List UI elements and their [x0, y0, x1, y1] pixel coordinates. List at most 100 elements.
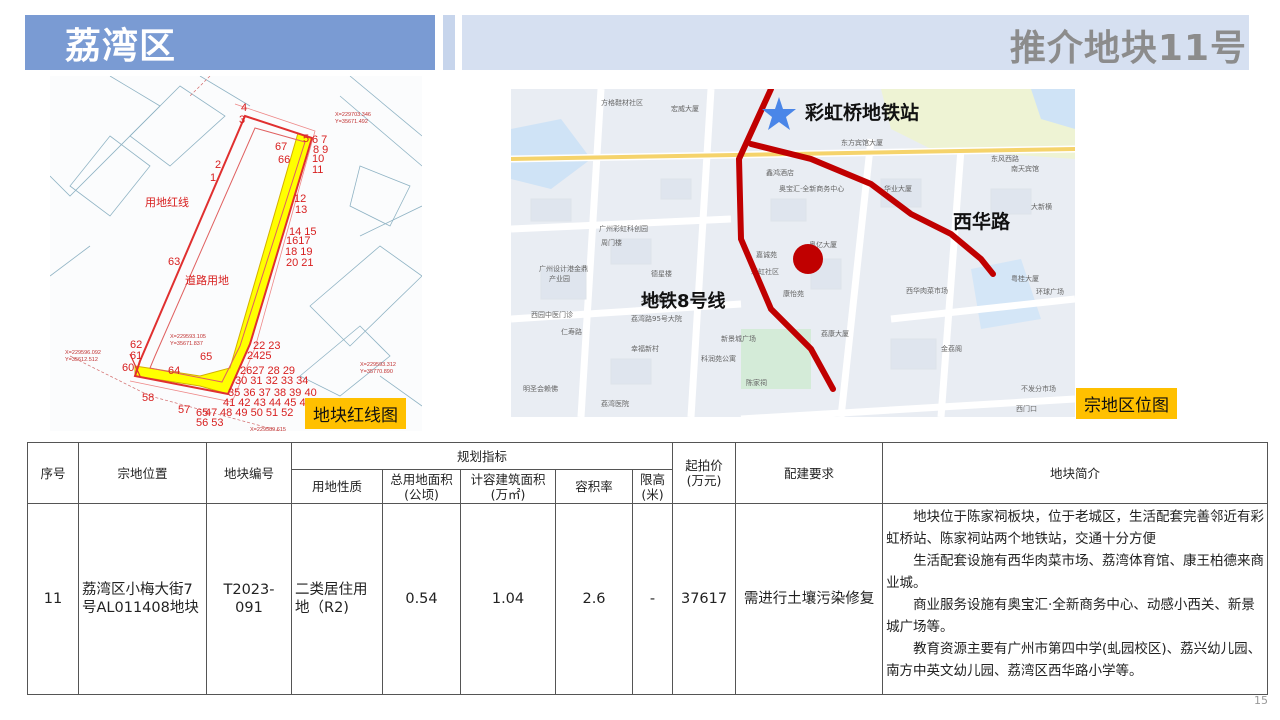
svg-text:荔康大厦: 荔康大厦 — [821, 329, 849, 338]
svg-text:东方宾馆大厦: 东方宾馆大厦 — [841, 138, 883, 147]
location-map-drawing: 方格鞋材社区 宏威大厦 东方宾馆大厦 鑫鸿酒店 奥宝汇·全新商务中心 华业大厦 … — [511, 89, 1075, 417]
svg-text:康怡苑: 康怡苑 — [783, 289, 804, 298]
pt-47-52: 48 49 50 51 52 — [220, 407, 293, 419]
svg-text:西华肉菜市场: 西华肉菜市场 — [906, 286, 948, 295]
pt-57: 57 — [178, 404, 190, 416]
pt-20-21: 20 21 — [286, 257, 314, 269]
svg-text:陈家祠: 陈家祠 — [746, 378, 767, 387]
svg-text:德星楼: 德星楼 — [651, 269, 672, 278]
th-planning: 规划指标 — [290, 442, 674, 470]
coord-top-y: Y=35671.492 — [335, 119, 368, 125]
redline-map: 4 3 2 1 67 66 5 6 7 8 9 10 11 12 13 14 1… — [50, 76, 422, 431]
svg-text:仁寿路: 仁寿路 — [561, 327, 582, 336]
cell-height: - — [631, 503, 674, 695]
svg-text:广州设计港金鼎: 广州设计港金鼎 — [539, 264, 588, 273]
pt-60: 60 — [122, 362, 134, 374]
coord-mid-y: Y=35671.837 — [170, 341, 203, 347]
th-seq: 序号 — [27, 442, 79, 504]
pt-63: 63 — [168, 256, 180, 268]
pt-65: 65 — [200, 351, 212, 363]
header-accent-bar — [443, 15, 455, 70]
pt-2: 2 — [215, 159, 221, 171]
pt-66: 66 — [278, 154, 290, 166]
th-requirement: 配建要求 — [735, 442, 884, 504]
page-number: 15 — [1254, 694, 1268, 707]
svg-text:西园中医门诊: 西园中医门诊 — [531, 310, 573, 319]
pt-24-25: 2425 — [247, 350, 271, 362]
cell-land-use: 二类居住用地（R2) — [291, 503, 383, 695]
location-map: 方格鞋材社区 宏威大厦 东方宾馆大厦 鑫鸿酒店 奥宝汇·全新商务中心 华业大厦 … — [511, 89, 1075, 417]
th-total-area: 总用地面积 (公顷) — [382, 469, 461, 504]
svg-text:嘉诚苑: 嘉诚苑 — [756, 250, 777, 259]
th-far: 容积率 — [555, 469, 633, 504]
coord-left-x: X=229596.092 — [65, 350, 101, 356]
coord-mid-x: X=229593.105 — [170, 334, 206, 340]
svg-text:鑫鸿酒店: 鑫鸿酒店 — [766, 168, 794, 177]
th-gfa: 计容建筑面积 (万㎡) — [460, 469, 556, 504]
pt-58: 58 — [142, 392, 154, 404]
cell-location: 荔湾区小梅大街7号AL011408地块 — [78, 503, 207, 695]
pt-11: 11 — [312, 164, 323, 176]
cell-parcel-no: T2023-091 — [206, 503, 292, 695]
parcel-title: 推介地块11号 — [1009, 28, 1247, 69]
svg-text:广州彩虹科创园: 广州彩虹科创园 — [599, 224, 648, 233]
cell-requirement: 需进行土壤污染修复 — [735, 503, 884, 695]
label-land-redline: 用地红线 — [145, 195, 189, 209]
th-summary: 地块简介 — [882, 442, 1269, 504]
road-name-label: 西华路 — [953, 210, 1011, 233]
coord-right-y: Y=35770.890 — [360, 369, 393, 375]
coord-left-y: Y=35612.512 — [65, 357, 98, 363]
cell-total-area: 0.54 — [382, 503, 461, 695]
pt-5: 5 — [303, 133, 309, 145]
th-location: 宗地位置 — [78, 442, 207, 504]
pt-3: 3 — [239, 114, 245, 126]
svg-text:南天宾馆: 南天宾馆 — [1011, 164, 1039, 173]
location-map-tag: 宗地区位图 — [1076, 388, 1177, 419]
cell-start-price: 37617 — [672, 503, 737, 695]
svg-text:东风西路: 东风西路 — [991, 154, 1019, 163]
metro-station-label: 彩虹桥地铁站 — [804, 101, 919, 124]
svg-text:粤桂大厦: 粤桂大厦 — [1011, 274, 1039, 283]
pt-56-53: 56 53 — [196, 417, 224, 429]
svg-text:环球广场: 环球广场 — [1036, 287, 1064, 296]
metro-line-label: 地铁8号线 — [641, 290, 726, 312]
parcel-info-table: 序号 宗地位置 地块编号 规划指标 起拍价 (万元) 配建要求 地块简介 用地性… — [27, 442, 1269, 695]
svg-text:幸福新村: 幸福新村 — [631, 344, 659, 353]
th-height: 限高 (米) — [631, 469, 674, 504]
pt-61: 61 — [130, 350, 142, 362]
svg-text:方格鞋材社区: 方格鞋材社区 — [601, 98, 643, 107]
coord-right-x: X=229593.312 — [360, 362, 396, 368]
svg-text:宏威大厦: 宏威大厦 — [671, 104, 699, 113]
th-start-price: 起拍价 (万元) — [672, 442, 737, 504]
svg-text:周门楼: 周门楼 — [601, 238, 622, 247]
svg-text:荔湾医院: 荔湾医院 — [601, 399, 629, 408]
summary-para-4: 教育资源主要有广州市第四中学(虬园校区)、荔兴幼儿园、南方中英文幼儿园、荔湾区西… — [886, 641, 1262, 679]
summary-para-2: 生活配套设施有西华肉菜市场、荔湾体育馆、康王柏德来商业城。 — [886, 553, 1265, 591]
coord-bottom-x: X=229589.615 — [250, 427, 286, 431]
cell-seq: 11 — [27, 503, 79, 695]
svg-text:产业园: 产业园 — [549, 274, 570, 283]
label-road-land: 道路用地 — [185, 273, 229, 287]
svg-text:科润苑公寓: 科润苑公寓 — [701, 354, 736, 363]
summary-para-1: 地块位于陈家祠板块，位于老城区，生活配套完善邻近有彩虹桥站、陈家祠站两个地铁站，… — [886, 509, 1265, 547]
cell-gfa: 1.04 — [460, 503, 556, 695]
svg-text:明圣会赖佛: 明圣会赖佛 — [523, 384, 558, 393]
svg-text:华业大厦: 华业大厦 — [884, 184, 912, 193]
pt-67: 67 — [275, 141, 287, 153]
coord-top-x: X=229703.346 — [335, 112, 371, 118]
pt-30-34: 30 31 32 33 34 — [235, 375, 308, 387]
summary-para-3: 商业服务设施有奥宝汇·全新商务中心、动感小西关、新景城广场等。 — [886, 597, 1255, 635]
pt-64: 64 — [168, 365, 180, 377]
redline-map-drawing: 4 3 2 1 67 66 5 6 7 8 9 10 11 12 13 14 1… — [50, 76, 422, 431]
district-title: 荔湾区 — [65, 26, 177, 67]
th-parcel-no: 地块编号 — [206, 442, 292, 504]
pt-13: 13 — [295, 204, 307, 216]
table-row: 11 荔湾区小梅大街7号AL011408地块 T2023-091 二类居住用地（… — [27, 503, 1269, 695]
pt-1: 1 — [210, 172, 216, 184]
svg-text:荔湾路95号大院: 荔湾路95号大院 — [631, 314, 682, 323]
svg-text:金荔阁: 金荔阁 — [941, 344, 962, 353]
svg-text:西门口: 西门口 — [1016, 404, 1037, 413]
svg-text:不发分市场: 不发分市场 — [1021, 384, 1056, 393]
svg-text:新景城广场: 新景城广场 — [721, 334, 756, 343]
pt-4: 4 — [241, 102, 247, 114]
